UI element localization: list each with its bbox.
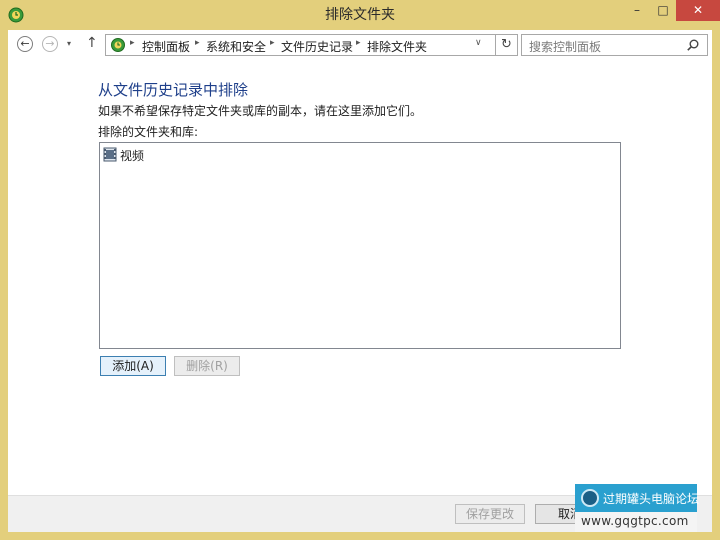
add-button[interactable]: 添加(A) <box>100 356 166 376</box>
breadcrumb-separator-icon: ▸ <box>195 38 200 48</box>
watermark-url: www.gqgtpc.com <box>581 514 689 528</box>
file-history-exclude-window: 排除文件夹 – □ ✕ ← → ▾ ↑ ▸ 控制面板 ▸ 系统和安全 ▸ 文件历… <box>0 0 720 540</box>
up-button[interactable]: ↑ <box>86 35 98 51</box>
save-changes-button[interactable]: 保存更改 <box>455 504 525 524</box>
breadcrumb-separator-icon: ▸ <box>356 38 361 48</box>
window-title: 排除文件夹 <box>325 7 395 23</box>
search-input[interactable]: 搜索控制面板 <box>529 38 601 55</box>
breadcrumb-separator-icon: ▸ <box>130 38 135 48</box>
control-panel-icon <box>111 38 125 52</box>
refresh-button[interactable]: ↻ <box>496 34 518 56</box>
title-bar[interactable]: 排除文件夹 – □ ✕ <box>0 0 720 30</box>
breadcrumb-file-history[interactable]: 文件历史记录 <box>281 38 353 55</box>
breadcrumb-separator-icon: ▸ <box>270 38 275 48</box>
search-box[interactable]: 搜索控制面板 <box>521 34 708 56</box>
navigation-bar: ← → ▾ ↑ ▸ 控制面板 ▸ 系统和安全 ▸ 文件历史记录 ▸ 排除文件夹 … <box>8 30 712 60</box>
video-library-icon <box>103 147 117 162</box>
remove-button[interactable]: 删除(R) <box>174 356 240 376</box>
watermark-logo-icon <box>581 489 599 507</box>
breadcrumb-exclude-folders[interactable]: 排除文件夹 <box>367 38 427 55</box>
excluded-list-label: 排除的文件夹和库: <box>98 125 199 139</box>
page-title: 从文件历史记录中排除 <box>98 81 249 99</box>
watermark-title: 过期罐头电脑论坛 <box>603 492 700 506</box>
site-watermark: 过期罐头电脑论坛 www.gqgtpc.com <box>575 484 700 532</box>
page-description: 如果不希望保存特定文件夹或库的副本，请在这里添加它们。 <box>98 104 423 118</box>
breadcrumb-system-security[interactable]: 系统和安全 <box>206 38 266 55</box>
address-dropdown-icon[interactable]: ∨ <box>475 38 482 48</box>
list-item-label: 视频 <box>120 149 145 163</box>
breadcrumb-control-panel[interactable]: 控制面板 <box>142 38 190 55</box>
search-icon[interactable] <box>686 38 700 52</box>
forward-button[interactable]: → <box>42 36 58 52</box>
close-button[interactable]: ✕ <box>676 0 720 21</box>
recent-locations-button[interactable]: ▾ <box>67 39 71 48</box>
address-bar[interactable]: ▸ 控制面板 ▸ 系统和安全 ▸ 文件历史记录 ▸ 排除文件夹 ∨ <box>105 34 496 56</box>
minimize-button[interactable]: – <box>624 0 650 21</box>
main-content: 从文件历史记录中排除 如果不希望保存特定文件夹或库的副本，请在这里添加它们。 排… <box>8 60 712 495</box>
maximize-button[interactable]: □ <box>650 0 676 21</box>
watermark-banner: 过期罐头电脑论坛 <box>575 484 700 512</box>
watermark-url-strip: www.gqgtpc.com <box>575 512 697 532</box>
excluded-folders-list[interactable]: 视频 <box>99 142 621 349</box>
back-button[interactable]: ← <box>17 36 33 52</box>
